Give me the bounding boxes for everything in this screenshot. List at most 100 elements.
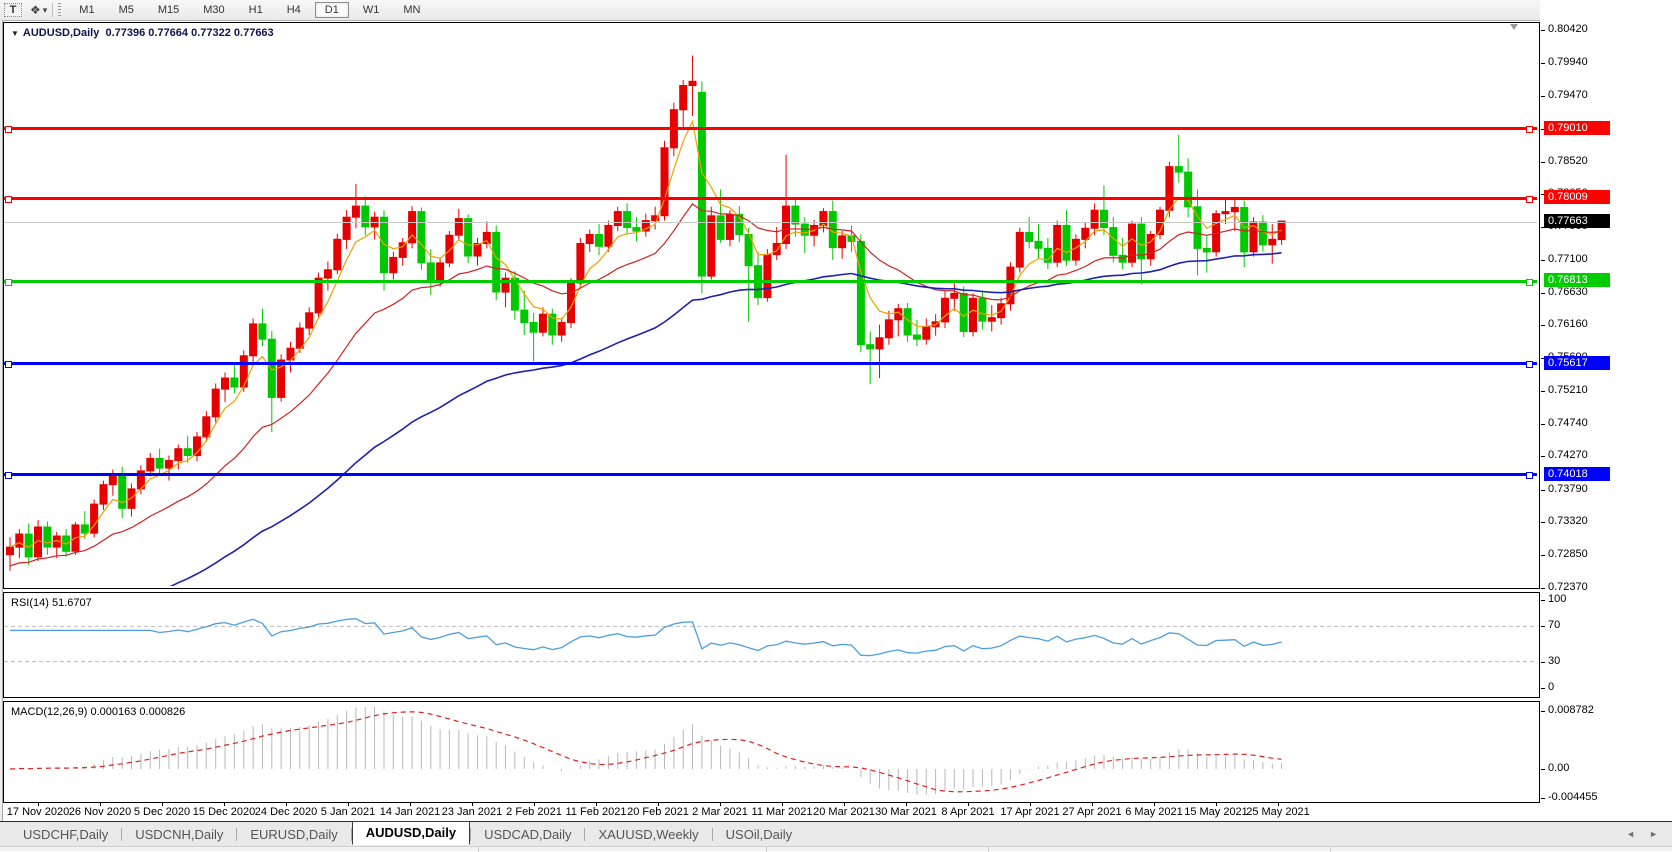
line-anchor[interactable] bbox=[1526, 361, 1533, 369]
timeframe-button-m30[interactable]: M30 bbox=[193, 2, 234, 18]
candle bbox=[1034, 240, 1043, 249]
candle bbox=[763, 254, 772, 299]
date-label: 2 Feb 2021 bbox=[506, 806, 562, 818]
candle bbox=[1015, 231, 1024, 268]
horizontal-line-0.74018[interactable] bbox=[4, 473, 1537, 477]
hline-price-label: 0.75617 bbox=[1544, 355, 1610, 370]
date-label: 14 Jan 2021 bbox=[379, 806, 441, 818]
ma-slow-line bbox=[169, 252, 1282, 586]
chart-symbol: AUDUSD,Daily bbox=[22, 27, 100, 39]
tab-scroll-right-icon[interactable]: ► bbox=[1649, 829, 1658, 839]
rsi-tick-label: 70 bbox=[1548, 619, 1561, 632]
line-anchor[interactable] bbox=[5, 195, 12, 203]
candle bbox=[146, 457, 155, 472]
line-anchor[interactable] bbox=[1526, 195, 1533, 203]
candle bbox=[43, 526, 52, 548]
date-label: 20 Mar 2021 bbox=[813, 806, 875, 818]
line-anchor[interactable] bbox=[5, 126, 12, 134]
timeframe-button-h4[interactable]: H4 bbox=[277, 2, 311, 18]
candle bbox=[772, 243, 781, 256]
horizontal-line-0.75617[interactable] bbox=[4, 362, 1537, 366]
candle bbox=[230, 377, 239, 388]
tab-scroll-left-icon[interactable]: ◄ bbox=[1626, 829, 1635, 839]
timeframe-button-h1[interactable]: H1 bbox=[239, 2, 273, 18]
timeframe-group: M1 M5 M15 M30 H1 H4 D1 W1 MN bbox=[67, 2, 432, 18]
chart-menu-triangle-icon[interactable]: ▼ bbox=[11, 29, 19, 38]
tab-usoil-daily[interactable]: USOil,Daily bbox=[713, 824, 805, 845]
time-axis[interactable]: 17 Nov 2020 26 Nov 2020 5 Dec 2020 15 Dec 2… bbox=[3, 803, 1540, 820]
macd-pane[interactable]: MACD(12,26,9) 0.000163 0.000826 bbox=[3, 701, 1540, 803]
line-anchor[interactable] bbox=[1526, 472, 1533, 480]
objects-tool-icon[interactable]: ❖ bbox=[30, 3, 41, 17]
tab-usdcad-daily[interactable]: USDCAD,Daily bbox=[471, 824, 584, 845]
candle bbox=[1090, 209, 1099, 229]
hline-price-label: 0.76813 bbox=[1544, 273, 1610, 288]
date-label: 24 Dec 2020 bbox=[254, 806, 318, 818]
horizontal-line-0.78009[interactable] bbox=[4, 196, 1537, 200]
macd-tick-label: 0.00 bbox=[1548, 762, 1570, 774]
line-anchor[interactable] bbox=[1526, 278, 1533, 286]
line-anchor[interactable] bbox=[5, 278, 12, 286]
date-label: 5 Dec 2020 bbox=[133, 806, 191, 818]
candle bbox=[108, 474, 117, 486]
candle bbox=[342, 216, 351, 240]
date-label: 2 Mar 2021 bbox=[692, 806, 748, 818]
toolbar-grip[interactable] bbox=[58, 3, 62, 17]
horizontal-line-0.76813[interactable] bbox=[4, 279, 1537, 283]
candle bbox=[445, 234, 454, 264]
date-label: 11 Feb 2021 bbox=[565, 806, 627, 818]
candle bbox=[323, 269, 332, 279]
line-anchor[interactable] bbox=[5, 472, 12, 480]
rsi-pane[interactable]: RSI(14) 51.6707 bbox=[3, 592, 1540, 698]
price-chart-pane[interactable]: ▼ AUDUSD,Daily 0.77396 0.77664 0.77322 0.… bbox=[3, 22, 1540, 589]
text-tool-button[interactable]: T bbox=[4, 3, 22, 17]
price-axis[interactable]: 0.79010 0.78009 0.76813 0.75617 0.74018 0.804… bbox=[1540, 0, 1672, 820]
macd-label: MACD(12,26,9) 0.000163 0.000826 bbox=[11, 706, 186, 718]
price-tick-mark bbox=[1541, 456, 1545, 458]
candle bbox=[1240, 207, 1249, 253]
hline-price-label: 0.74018 bbox=[1544, 466, 1610, 481]
candle bbox=[183, 448, 192, 457]
candle bbox=[576, 243, 585, 284]
macd-tick-mark bbox=[1541, 711, 1545, 712]
candle bbox=[697, 91, 706, 277]
timeframe-button-m15[interactable]: M15 bbox=[148, 2, 189, 18]
candle bbox=[595, 234, 603, 247]
tab-bar: USDCHF,Daily USDCNH,Daily EURUSD,Daily AUDU… bbox=[0, 821, 1672, 846]
tab-usdcnh-daily[interactable]: USDCNH,Daily bbox=[122, 824, 236, 845]
candle bbox=[632, 227, 641, 232]
line-anchor[interactable] bbox=[1526, 126, 1533, 134]
chevron-down-icon[interactable]: ▾ bbox=[43, 5, 48, 16]
candle bbox=[1025, 231, 1034, 242]
timeframe-button-mn[interactable]: MN bbox=[393, 2, 430, 18]
price-tick-label: 0.72850 bbox=[1548, 547, 1588, 560]
tab-audusd-daily[interactable]: AUDUSD,Daily bbox=[351, 821, 471, 845]
price-tick-label: 0.73790 bbox=[1548, 482, 1588, 495]
chart-shift-marker-icon[interactable] bbox=[1510, 24, 1518, 30]
current-price-label: 0.77663 bbox=[1544, 214, 1610, 229]
tab-xauusd-weekly[interactable]: XAUUSD,Weekly bbox=[585, 824, 711, 845]
strip-separator bbox=[766, 847, 767, 852]
timeframe-button-d1[interactable]: D1 bbox=[314, 2, 349, 18]
timeframe-button-m5[interactable]: M5 bbox=[109, 2, 144, 18]
candle bbox=[604, 225, 613, 247]
line-anchor[interactable] bbox=[5, 361, 12, 369]
tab-eurusd-daily[interactable]: EURUSD,Daily bbox=[237, 824, 350, 845]
candle bbox=[623, 211, 632, 229]
candle bbox=[557, 322, 566, 336]
macd-chart bbox=[9, 706, 1283, 795]
tab-usdchf-daily[interactable]: USDCHF,Daily bbox=[10, 824, 121, 845]
timeframe-button-w1[interactable]: W1 bbox=[353, 2, 390, 18]
candle bbox=[969, 297, 977, 333]
price-tick-mark bbox=[1541, 325, 1545, 327]
price-tick-mark bbox=[1541, 588, 1545, 590]
candle bbox=[239, 355, 248, 388]
candle bbox=[912, 334, 921, 340]
candle bbox=[333, 238, 342, 271]
candle bbox=[1006, 266, 1015, 305]
horizontal-line-0.79010[interactable] bbox=[4, 127, 1537, 131]
timeframe-button-m1[interactable]: M1 bbox=[69, 2, 104, 18]
status-strip bbox=[0, 846, 1672, 852]
candle bbox=[1230, 207, 1239, 213]
price-tick-label: 0.74270 bbox=[1548, 449, 1588, 462]
